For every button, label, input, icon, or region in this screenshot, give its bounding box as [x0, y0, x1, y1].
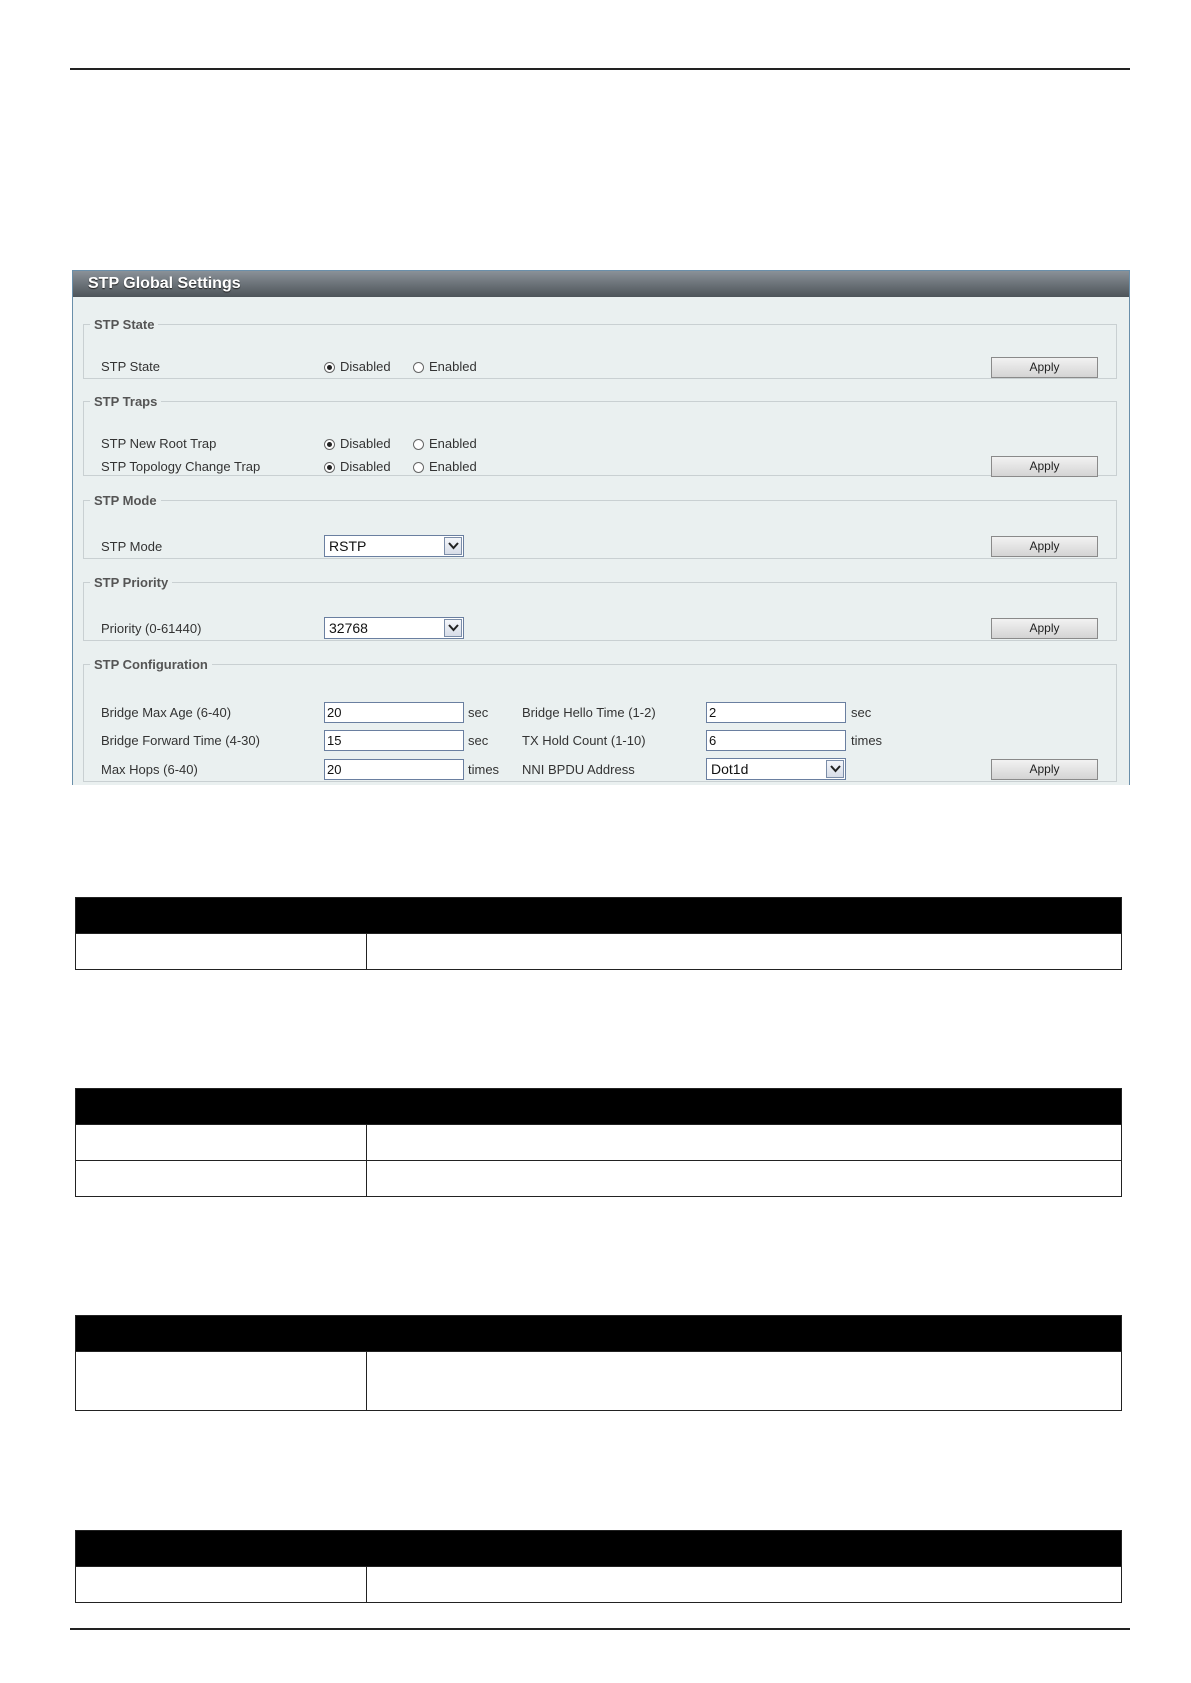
max-hops-input[interactable]: 20 [324, 759, 464, 780]
table-4 [75, 1530, 1122, 1603]
table-header-row [75, 1088, 1122, 1125]
chevron-down-icon [444, 619, 462, 637]
header-rule [70, 68, 1130, 70]
tx-hold-count-unit: times [851, 733, 883, 748]
table-row [75, 1160, 1122, 1197]
table-3 [75, 1315, 1122, 1411]
new-root-trap-disabled-radio[interactable] [324, 439, 335, 450]
bridge-forward-time-label: Bridge Forward Time (4-30) [101, 733, 260, 748]
nni-bpdu-address-label: NNI BPDU Address [522, 762, 635, 777]
stp-traps-legend: STP Traps [94, 394, 158, 409]
bridge-hello-time-input[interactable]: 2 [706, 702, 846, 723]
topology-trap-disabled-label: Disabled [340, 459, 391, 474]
new-root-trap-enabled-label: Enabled [429, 436, 477, 451]
topology-trap-disabled-radio[interactable] [324, 462, 335, 473]
table-row [75, 1566, 1122, 1603]
table-row [75, 933, 1122, 970]
stp-traps-apply-button[interactable]: Apply [991, 456, 1098, 477]
stp-state-group: STP State STP State Disabled Enabled App… [83, 317, 1117, 379]
table-header-row [75, 1530, 1122, 1567]
table-header-row [75, 1315, 1122, 1352]
new-root-trap-disabled-label: Disabled [340, 436, 391, 451]
table-header-row [75, 897, 1122, 934]
bridge-forward-time-input[interactable]: 15 [324, 730, 464, 751]
stp-global-settings-panel: STP Global Settings STP State STP State … [72, 270, 1130, 785]
bridge-max-age-label: Bridge Max Age (6-40) [101, 705, 232, 720]
chevron-down-icon [826, 760, 844, 778]
stp-state-enabled-radio[interactable] [413, 362, 424, 373]
stp-configuration-legend: STP Configuration [94, 657, 208, 672]
chevron-down-icon [444, 537, 462, 555]
table-2 [75, 1088, 1122, 1197]
stp-state-apply-button[interactable]: Apply [991, 357, 1098, 378]
stp-priority-apply-button[interactable]: Apply [991, 618, 1098, 639]
stp-new-root-trap-label: STP New Root Trap [101, 436, 217, 451]
stp-priority-legend: STP Priority [94, 575, 169, 590]
table-row [75, 1124, 1122, 1161]
max-hops-label: Max Hops (6-40) [101, 762, 198, 777]
stp-state-legend: STP State [94, 317, 155, 332]
stp-mode-value: RSTP [329, 538, 367, 554]
stp-state-disabled-label: Disabled [340, 359, 391, 374]
tx-hold-count-input[interactable]: 6 [706, 730, 846, 751]
panel-title: STP Global Settings [73, 271, 1129, 297]
table-1 [75, 897, 1122, 970]
nni-bpdu-address-select[interactable]: Dot1d [706, 758, 846, 780]
stp-traps-group: STP Traps STP New Root Trap Disabled Ena… [83, 394, 1117, 477]
nni-bpdu-address-value: Dot1d [711, 761, 749, 777]
new-root-trap-enabled-radio[interactable] [413, 439, 424, 450]
stp-mode-group: STP Mode STP Mode RSTP Apply [83, 493, 1117, 559]
bridge-hello-time-unit: sec [851, 705, 872, 720]
topology-trap-enabled-radio[interactable] [413, 462, 424, 473]
stp-configuration-apply-button[interactable]: Apply [991, 759, 1098, 780]
stp-priority-group: STP Priority Priority (0-61440) 32768 Ap… [83, 575, 1117, 641]
bridge-forward-time-unit: sec [468, 733, 489, 748]
stp-priority-select[interactable]: 32768 [324, 617, 464, 639]
stp-priority-value: 32768 [329, 620, 368, 636]
stp-configuration-group: STP Configuration Bridge Max Age (6-40) … [83, 657, 1117, 782]
bridge-hello-time-label: Bridge Hello Time (1-2) [522, 705, 656, 720]
stp-mode-legend: STP Mode [94, 493, 157, 508]
stp-mode-label: STP Mode [101, 539, 163, 554]
stp-state-label: STP State [101, 359, 161, 374]
stp-state-disabled-radio[interactable] [324, 362, 335, 373]
priority-label: Priority (0-61440) [101, 621, 202, 636]
topology-trap-enabled-label: Enabled [429, 459, 477, 474]
bridge-max-age-input[interactable]: 20 [324, 702, 464, 723]
bridge-max-age-unit: sec [468, 705, 489, 720]
table-row [75, 1351, 1122, 1411]
stp-mode-select[interactable]: RSTP [324, 535, 464, 557]
stp-state-enabled-label: Enabled [429, 359, 477, 374]
footer-rule [70, 1628, 1130, 1630]
stp-topology-change-trap-label: STP Topology Change Trap [101, 459, 261, 474]
tx-hold-count-label: TX Hold Count (1-10) [522, 733, 646, 748]
stp-mode-apply-button[interactable]: Apply [991, 536, 1098, 557]
max-hops-unit: times [468, 762, 500, 777]
